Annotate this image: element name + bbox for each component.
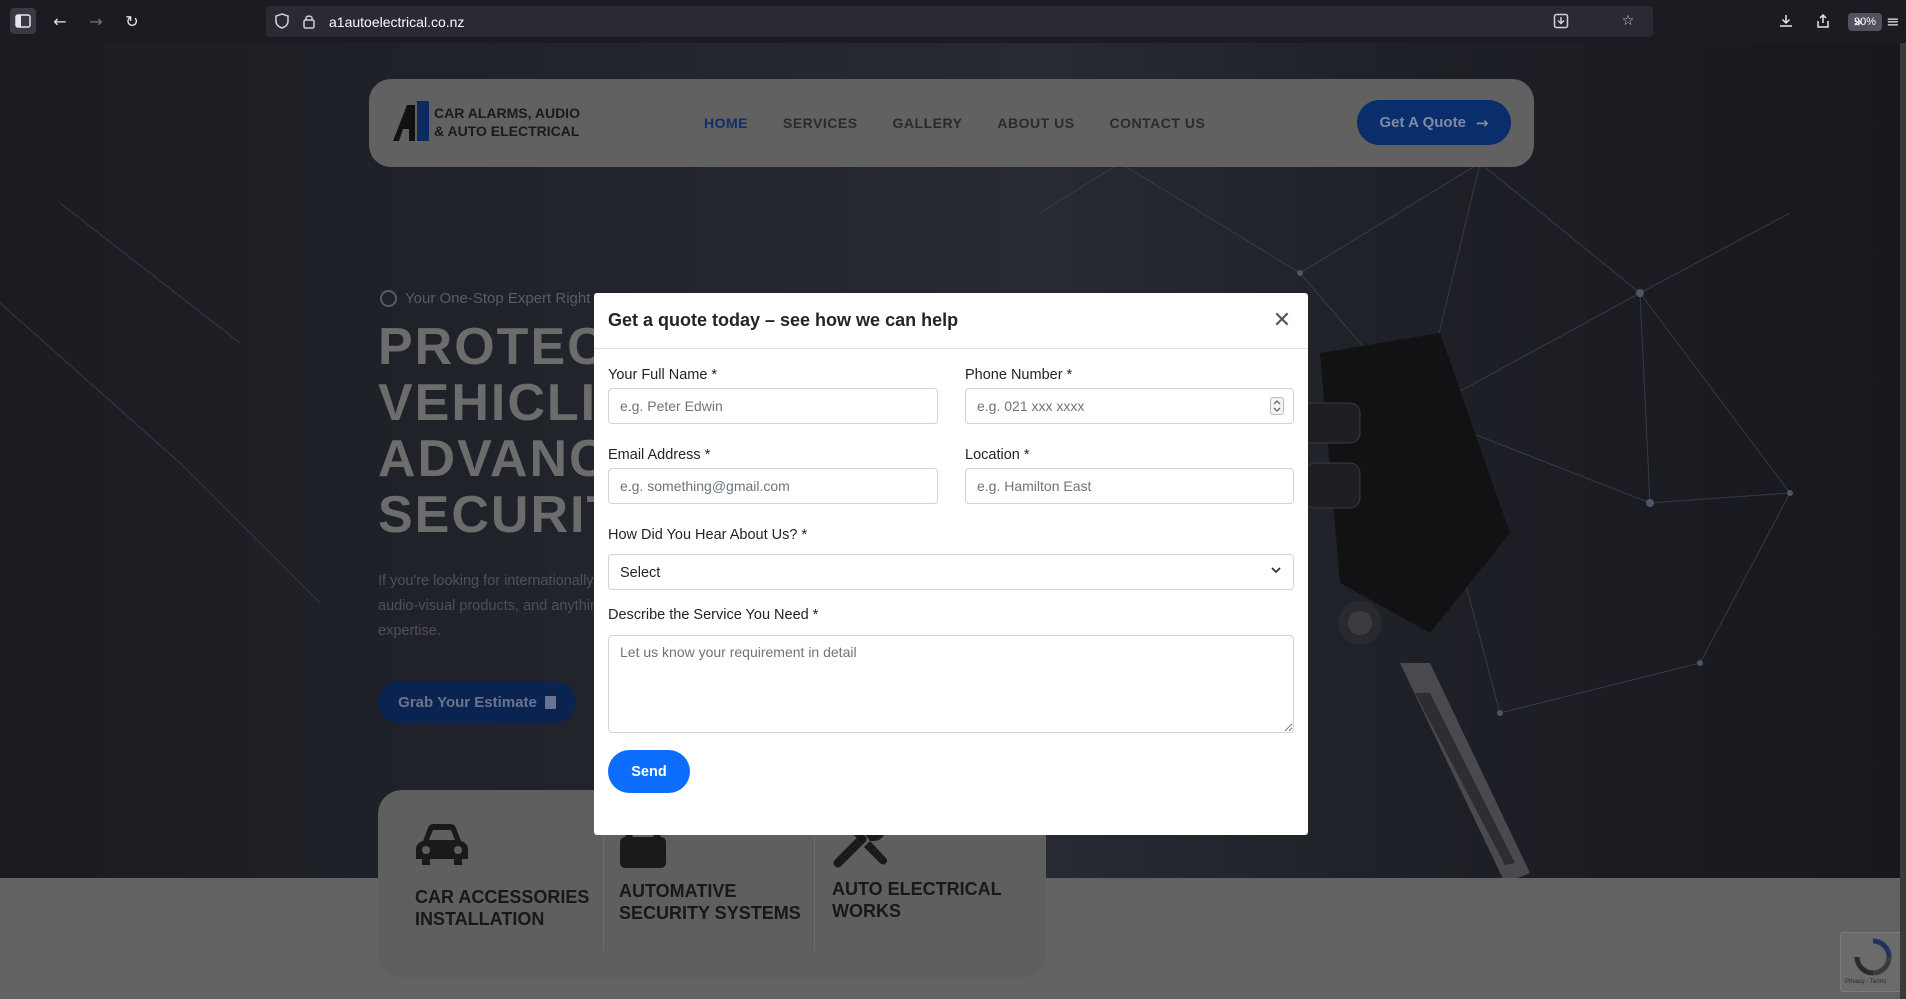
number-spinner-icon[interactable] [1270, 397, 1284, 415]
email-label: Email Address * [608, 447, 711, 463]
browser-toolbar: ← → ↻ a1autoelectrical.co.nz 90% ☆ » ≡ [0, 0, 1906, 43]
modal-header: Get a quote today – see how we can help … [594, 293, 1308, 349]
full-name-input[interactable] [608, 388, 938, 424]
page-scrollbar[interactable] [1900, 43, 1906, 999]
phone-input[interactable] [965, 388, 1294, 424]
a1-logo-icon[interactable] [391, 99, 431, 143]
main-nav: HOME SERVICES GALLERY ABOUT US CONTACT U… [704, 115, 1205, 131]
card-title-line: WORKS [832, 901, 901, 921]
car-icon [416, 824, 468, 865]
logo-line-2: & AUTO ELECTRICAL [434, 123, 580, 139]
recaptcha-terms[interactable]: Privacy - Terms [1845, 979, 1886, 985]
hero-title-line: ADVANC [378, 430, 609, 488]
quote-modal: Get a quote today – see how we can help … [594, 293, 1308, 835]
shield-icon[interactable] [272, 11, 292, 31]
card-title-line: CAR ACCESSORIES [415, 887, 590, 907]
chevron-down-icon [1271, 567, 1281, 574]
close-icon[interactable]: ✕ [1269, 307, 1295, 333]
location-label: Location * [965, 447, 1030, 463]
back-icon[interactable]: ← [47, 8, 73, 34]
get-a-quote-label: Get A Quote [1379, 114, 1466, 131]
tagline-text: Your One-Stop Expert Right H [405, 290, 606, 307]
select-value: Select [620, 565, 661, 581]
grab-your-estimate-button[interactable]: Grab Your Estimate [378, 681, 576, 723]
reload-icon[interactable]: ↻ [119, 8, 145, 34]
phone-label: Phone Number * [965, 367, 1073, 383]
url-text[interactable]: a1autoelectrical.co.nz [329, 14, 464, 30]
badge-icon [380, 290, 397, 307]
card-title-line: AUTO ELECTRICAL [832, 879, 1002, 899]
reader-download-icon[interactable] [1551, 11, 1571, 31]
card-title-line: INSTALLATION [415, 909, 545, 929]
card-divider [814, 823, 815, 951]
send-button[interactable]: Send [608, 750, 690, 793]
modal-title: Get a quote today – see how we can help [608, 310, 959, 330]
hero-title: PROTEC VEHICLI ADVANC SECURIT [378, 319, 620, 543]
download-icon[interactable] [1773, 8, 1799, 34]
full-name-label: Your Full Name * [608, 367, 718, 383]
service-card-car-accessories[interactable]: CAR ACCESSORIES INSTALLATION [415, 823, 589, 930]
hero-description: If you're looking for internationally au… [378, 573, 599, 639]
email-input[interactable] [608, 468, 938, 504]
service-card-auto-electrical[interactable]: AUTO ELECTRICAL WORKS [832, 815, 1002, 922]
hero-title-line: VEHICLI [378, 374, 598, 432]
phone-field [965, 388, 1294, 424]
menu-icon[interactable]: ≡ [1880, 8, 1906, 34]
nav-link-about-us[interactable]: ABOUT US [997, 115, 1074, 131]
recaptcha-icon [1854, 938, 1892, 976]
card-divider [603, 823, 604, 951]
overflow-icon[interactable]: » [1845, 8, 1871, 34]
hear-about-select[interactable]: Select [608, 554, 1294, 590]
nav-link-gallery[interactable]: GALLERY [893, 115, 963, 131]
service-description-textarea[interactable] [608, 635, 1294, 733]
recaptcha-badge[interactable]: Privacy - Terms [1840, 932, 1906, 992]
service-label: Describe the Service You Need * [608, 607, 819, 623]
nav-link-home[interactable]: HOME [704, 115, 748, 131]
card-title-line: AUTOMATIVE [619, 881, 737, 901]
arrow-right-icon: → [1475, 113, 1489, 132]
share-icon[interactable] [1810, 8, 1836, 34]
card-title-line: SECURITY SYSTEMS [619, 903, 801, 923]
location-input[interactable] [965, 468, 1294, 504]
site-header: CAR ALARMS, AUDIO & AUTO ELECTRICAL HOME… [369, 79, 1534, 167]
hero-title-line: SECURIT [378, 486, 621, 544]
estimate-label: Grab Your Estimate [398, 693, 537, 711]
sidebar-icon[interactable] [10, 8, 36, 34]
star-icon[interactable]: ☆ [1618, 11, 1638, 31]
forward-icon[interactable]: → [83, 8, 109, 34]
calculator-icon [544, 695, 556, 709]
lock-icon[interactable] [299, 11, 319, 31]
get-a-quote-button[interactable]: Get A Quote → [1357, 100, 1511, 145]
hero-tagline: Your One-Stop Expert Right H [380, 290, 605, 307]
service-card-security-systems[interactable]: AUTOMATIVE SECURITY SYSTEMS [619, 818, 801, 924]
nav-link-contact-us[interactable]: CONTACT US [1110, 115, 1206, 131]
logo-line-1: CAR ALARMS, AUDIO [434, 105, 580, 121]
hear-about-label: How Did You Hear About Us? * [608, 527, 808, 543]
logo-text[interactable]: CAR ALARMS, AUDIO & AUTO ELECTRICAL [434, 104, 580, 140]
url-bar[interactable]: a1autoelectrical.co.nz 90% ☆ [266, 6, 1883, 37]
hero-title-line: PROTEC [378, 318, 607, 376]
webpage: CAR ALARMS, AUDIO & AUTO ELECTRICAL HOME… [0, 43, 1906, 999]
car-key-image [1299, 333, 1530, 883]
nav-link-services[interactable]: SERVICES [783, 115, 858, 131]
